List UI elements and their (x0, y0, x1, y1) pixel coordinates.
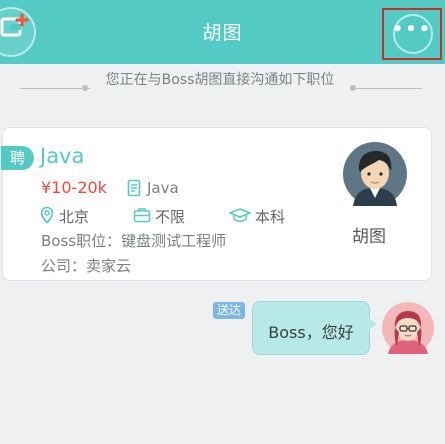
job-education: 本科 (255, 208, 286, 226)
top-bar: 胡图 ••• (0, 0, 445, 64)
job-category: Java (147, 179, 179, 197)
message-bubble[interactable]: Boss，您好 (252, 301, 370, 355)
company-name: 公司：卖家云 (41, 257, 132, 275)
job-card[interactable]: 聘 Java ¥10-20k Java 北京 不限 本科 Boss职位：键盘测试… (1, 127, 432, 281)
job-experience: 不限 (155, 208, 186, 226)
boss-avatar[interactable] (343, 142, 407, 206)
graduation-cap-icon (229, 208, 251, 222)
my-avatar[interactable] (382, 302, 434, 354)
message-text: Boss，您好 (268, 323, 354, 342)
divider-left (20, 88, 90, 89)
page-title: 胡图 (202, 22, 243, 44)
chat-notice: 您正在与Boss胡图直接沟通如下职位 (0, 70, 445, 110)
job-title: Java (40, 144, 85, 168)
message-bubble-tail (368, 317, 377, 331)
delivered-status-badge: 送达 (213, 302, 245, 319)
divider-right (352, 88, 422, 89)
salary: ¥10-20k (41, 178, 107, 197)
briefcase-icon (133, 208, 151, 223)
job-city: 北京 (59, 208, 90, 226)
boss-name: 胡图 (352, 227, 386, 247)
hiring-badge: 聘 (1, 146, 34, 170)
boss-position: Boss职位：键盘测试工程师 (41, 232, 227, 250)
more-dots-icon: ••• (391, 19, 433, 40)
document-icon (127, 179, 141, 197)
notice-text: 您正在与Boss胡图直接沟通如下职位 (105, 72, 335, 88)
location-icon (40, 206, 54, 224)
more-options-button[interactable]: ••• (382, 8, 442, 60)
divider-dot-left (82, 85, 88, 91)
